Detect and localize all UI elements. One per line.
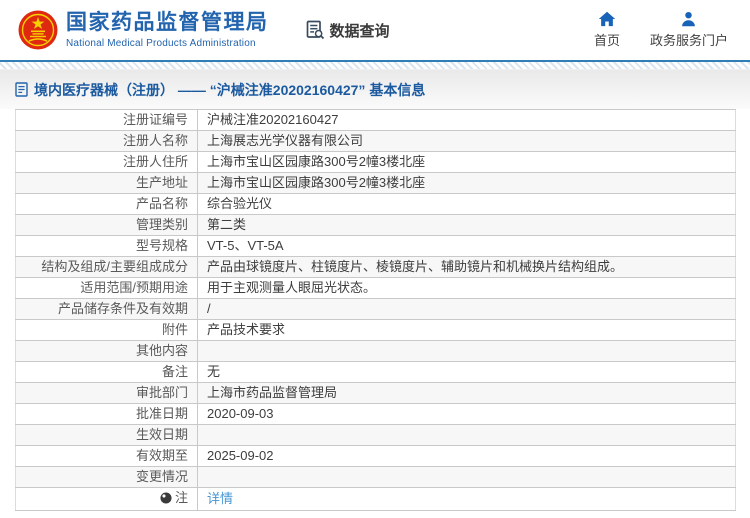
table-row: 附件 产品技术要求: [15, 319, 736, 341]
registration-detail-table: 注册证编号 沪械注准20202160427 注册人名称 上海展志光学仪器有限公司…: [15, 109, 736, 511]
home-icon: [598, 11, 616, 27]
data-query-tab[interactable]: 数据查询: [305, 20, 390, 41]
doc-search-icon: [306, 20, 324, 40]
nav-item-gov-portal[interactable]: 政务服务门户: [650, 11, 728, 49]
detail-table-wrap: 注册证编号 沪械注准20202160427 注册人名称 上海展志光学仪器有限公司…: [0, 109, 750, 511]
org-name-en: National Medical Products Administration: [66, 37, 256, 49]
row-value: 用于主观测量人眼屈光状态。: [197, 277, 736, 299]
org-name-cn: 国家药品监督管理局: [66, 11, 269, 35]
row-value: 无: [197, 361, 736, 383]
row-value: 上海市宝山区园康路300号2幢3楼北座: [197, 172, 736, 194]
table-row: 批准日期 2020-09-03: [15, 403, 736, 425]
table-row: 管理类别 第二类: [15, 214, 736, 236]
nav-item-home[interactable]: 首页: [594, 11, 620, 49]
table-row-note: 注 详情: [15, 487, 736, 511]
table-row: 注册人名称 上海展志光学仪器有限公司: [15, 130, 736, 152]
nav-gov-portal-label: 政务服务门户: [649, 33, 728, 48]
row-value: 上海市宝山区园康路300号2幢3楼北座: [197, 151, 736, 173]
hatch-pattern-strip: [0, 62, 750, 70]
row-label: 批准日期: [15, 403, 198, 425]
page-header: 国家药品监督管理局 National Medical Products Admi…: [0, 0, 750, 60]
table-row: 备注 无: [15, 361, 736, 383]
national-emblem-icon: [18, 10, 58, 50]
row-value: 沪械注准20202160427: [197, 109, 736, 131]
row-label: 其他内容: [15, 340, 198, 362]
row-value: [197, 340, 736, 362]
table-row: 产品名称 综合验光仪: [15, 193, 736, 215]
breadcrumb: 境内医疗器械（注册） —— “沪械注准20202160427” 基本信息: [15, 80, 425, 100]
nav-home-label: 首页: [593, 33, 620, 48]
table-row: 注册证编号 沪械注准20202160427: [15, 109, 736, 131]
row-value: VT-5、VT-5A: [197, 235, 736, 257]
row-value: 2025-09-02: [197, 445, 736, 467]
row-value: 产品由球镜度片、柱镜度片、棱镜度片、辅助镜片和机械换片结构组成。: [197, 256, 736, 278]
row-value: 第二类: [197, 214, 736, 236]
row-label: 型号规格: [15, 235, 198, 257]
row-label: 注册人名称: [15, 130, 198, 152]
detail-link[interactable]: 详情: [207, 491, 233, 506]
row-label: 管理类别: [15, 214, 198, 236]
table-row: 有效期至 2025-09-02: [15, 445, 736, 467]
table-row: 其他内容: [15, 340, 736, 362]
row-value: [197, 424, 736, 446]
row-label: 注册证编号: [15, 109, 198, 131]
data-query-label: 数据查询: [329, 22, 390, 40]
table-row: 生效日期: [15, 424, 736, 446]
row-label-note: 注: [15, 487, 198, 511]
row-label: 变更情况: [15, 466, 198, 488]
table-row: 生产地址 上海市宝山区园康路300号2幢3楼北座: [15, 172, 736, 194]
table-row: 变更情况: [15, 466, 736, 488]
row-label: 附件: [15, 319, 198, 341]
table-row: 注册人住所 上海市宝山区园康路300号2幢3楼北座: [15, 151, 736, 173]
row-value: 产品技术要求: [197, 319, 736, 341]
row-value: 上海市药品监督管理局: [197, 382, 736, 404]
table-row: 结构及组成/主要组成成分 产品由球镜度片、柱镜度片、棱镜度片、辅助镜片和机械换片…: [15, 256, 736, 278]
row-value: 上海展志光学仪器有限公司: [197, 130, 736, 152]
row-value: 2020-09-03: [197, 403, 736, 425]
row-value: 综合验光仪: [197, 193, 736, 215]
note-icon: [160, 492, 172, 508]
breadcrumb-band: 境内医疗器械（注册） —— “沪械注准20202160427” 基本信息: [0, 70, 750, 109]
user-icon: [682, 11, 696, 27]
row-label: 注册人住所: [15, 151, 198, 173]
row-label: 适用范围/预期用途: [15, 277, 198, 299]
row-label: 产品储存条件及有效期: [15, 298, 198, 320]
org-names: 国家药品监督管理局 National Medical Products Admi…: [66, 11, 269, 48]
page-title: 境内医疗器械（注册） —— “沪械注准20202160427” 基本信息: [34, 81, 426, 98]
table-row: 产品储存条件及有效期 /: [15, 298, 736, 320]
row-label: 生效日期: [15, 424, 198, 446]
row-value: [197, 466, 736, 488]
row-label: 结构及组成/主要组成成分: [15, 256, 198, 278]
row-value: /: [197, 298, 736, 320]
row-label: 审批部门: [15, 382, 198, 404]
row-label: 有效期至: [15, 445, 198, 467]
row-label: 产品名称: [15, 193, 198, 215]
top-nav: 首页 政务服务门户: [594, 11, 734, 49]
document-icon: [15, 82, 28, 97]
row-value-note: 详情: [197, 487, 736, 511]
table-row: 审批部门 上海市药品监督管理局: [15, 382, 736, 404]
row-label: 生产地址: [15, 172, 198, 194]
table-row: 型号规格 VT-5、VT-5A: [15, 235, 736, 257]
table-row: 适用范围/预期用途 用于主观测量人眼屈光状态。: [15, 277, 736, 299]
row-label: 备注: [15, 361, 198, 383]
nmpa-logo-link[interactable]: 国家药品监督管理局 National Medical Products Admi…: [18, 10, 269, 50]
